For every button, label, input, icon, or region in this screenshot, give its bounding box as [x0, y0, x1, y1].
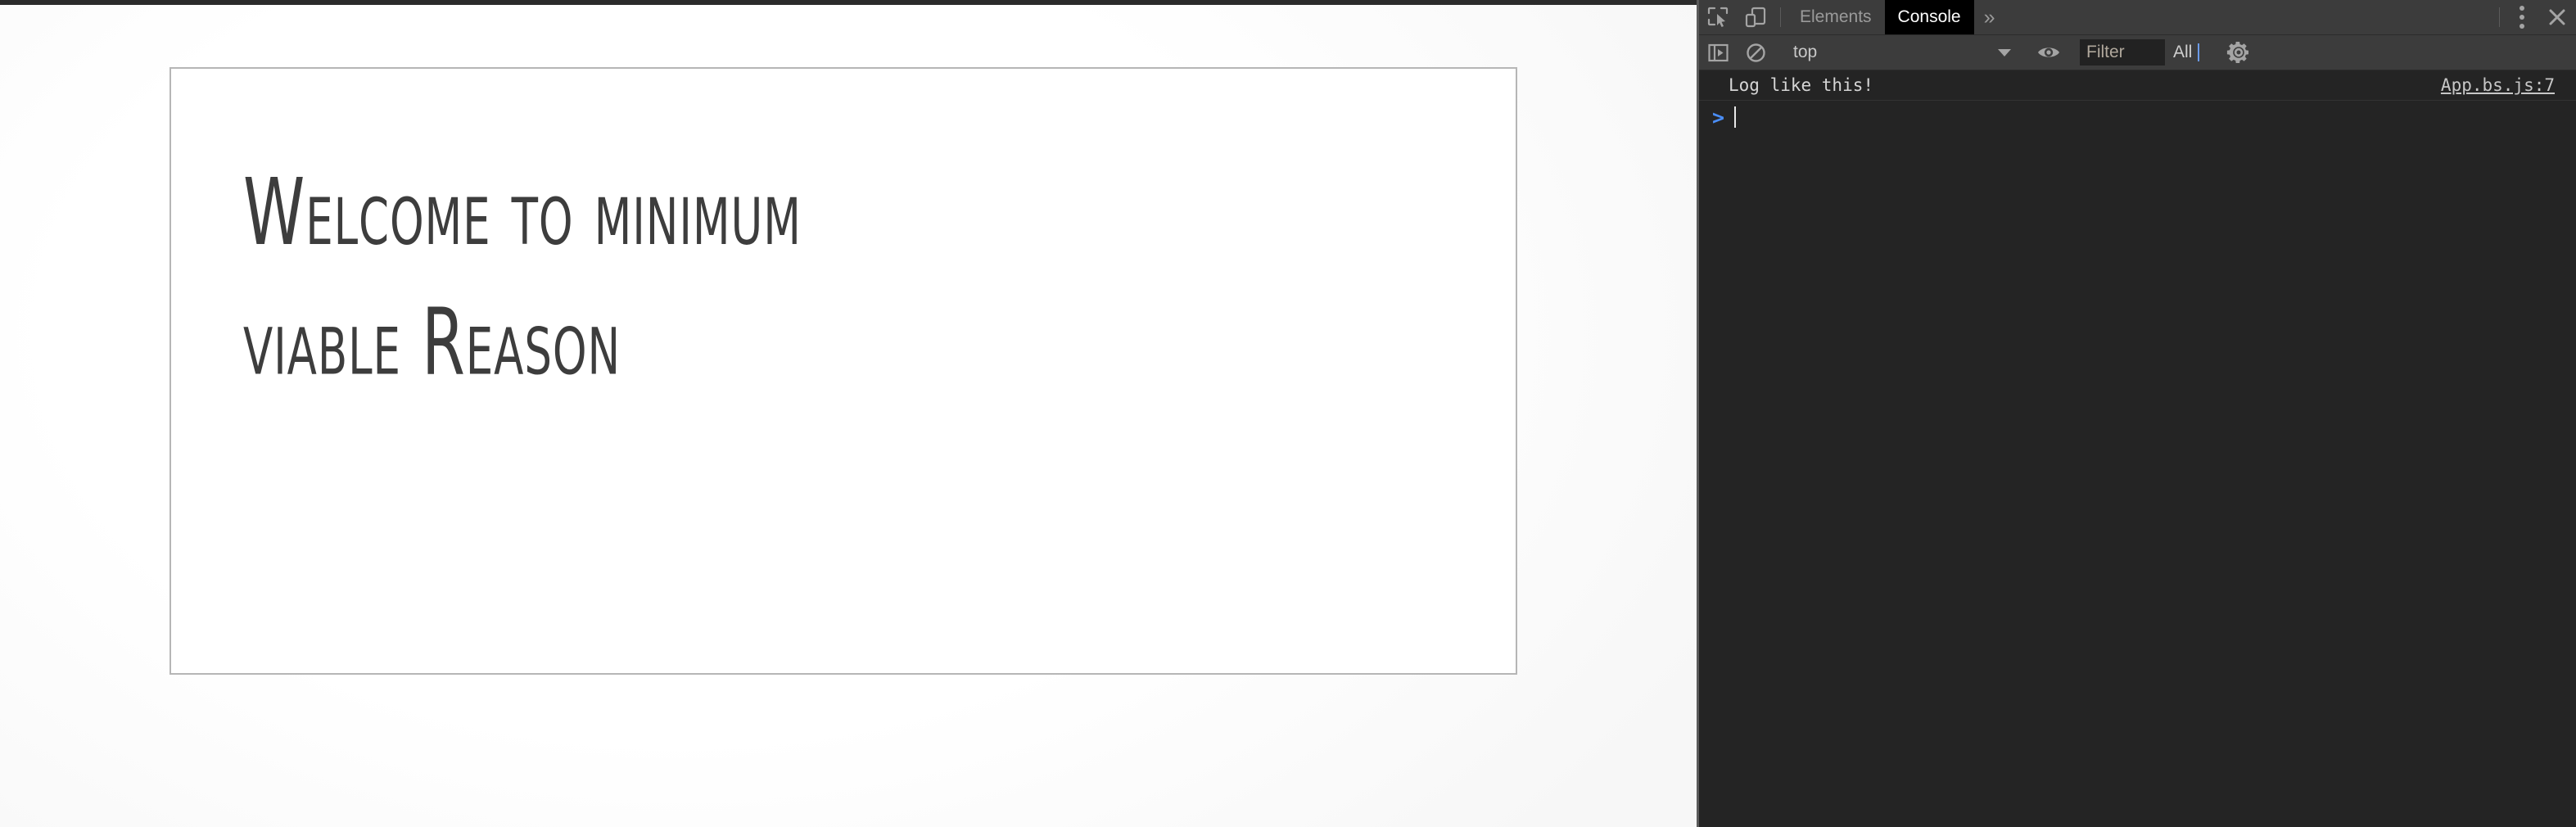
- tab-console[interactable]: Console: [1884, 0, 1974, 34]
- tabbar-spacer: [2005, 0, 2493, 34]
- live-expression-eye-icon[interactable]: [2030, 40, 2068, 65]
- log-level-select[interactable]: All: [2165, 43, 2208, 62]
- tab-elements[interactable]: Elements: [1787, 0, 1885, 34]
- console-input-caret: [1734, 106, 1737, 128]
- inspect-cursor-icon[interactable]: [1699, 0, 1737, 34]
- devtools-panel: Elements Console » top Filter All Log li…: [1697, 0, 2576, 827]
- tabbar-separator-right: [2499, 7, 2500, 27]
- more-tabs-button[interactable]: »: [1974, 0, 2005, 34]
- tabbar-separator: [1780, 7, 1781, 27]
- console-toolbar: top Filter All: [1699, 35, 2576, 70]
- browser-page-viewport: Welcome to minimum viable Reason: [0, 0, 1697, 827]
- filter-input[interactable]: Filter: [2080, 39, 2165, 66]
- welcome-card: Welcome to minimum viable Reason: [169, 67, 1517, 675]
- console-message-row[interactable]: Log like this! App.bs.js:7: [1699, 70, 2576, 101]
- devtools-tabbar: Elements Console »: [1699, 0, 2576, 35]
- settings-gear-icon[interactable]: [2220, 40, 2257, 65]
- log-level-caret: [2198, 43, 2200, 61]
- console-output[interactable]: Log like this! App.bs.js:7 >: [1699, 70, 2576, 827]
- console-input-row[interactable]: >: [1699, 101, 2576, 133]
- console-source-link[interactable]: App.bs.js:7: [2441, 75, 2555, 95]
- close-icon[interactable]: [2538, 0, 2576, 34]
- console-sidebar-toggle-icon[interactable]: [1699, 42, 1737, 64]
- kebab-dot: [2520, 6, 2524, 11]
- page-title: Welcome to minimum viable Reason: [243, 159, 1147, 427]
- screenshot-root: Welcome to minimum viable Reason Element…: [0, 0, 2576, 827]
- console-message-text: Log like this!: [1729, 75, 1874, 95]
- kebab-dot: [2520, 24, 2524, 29]
- kebab-menu-icon[interactable]: [2506, 0, 2538, 34]
- log-level-value: All: [2173, 43, 2193, 61]
- execution-context-value: top: [1793, 43, 1818, 61]
- prompt-arrow-icon: >: [1712, 105, 1725, 129]
- kebab-dot: [2520, 15, 2524, 20]
- execution-context-select[interactable]: top: [1787, 40, 2018, 65]
- filter-placeholder: Filter: [2086, 43, 2125, 61]
- page-title-line-2: viable Reason: [243, 288, 621, 396]
- device-toolbar-icon[interactable]: [1737, 0, 1774, 34]
- page-title-line-1: Welcome to minimum: [243, 159, 802, 266]
- clear-console-icon[interactable]: [1737, 42, 1774, 64]
- chevron-down-icon: [1998, 48, 2011, 56]
